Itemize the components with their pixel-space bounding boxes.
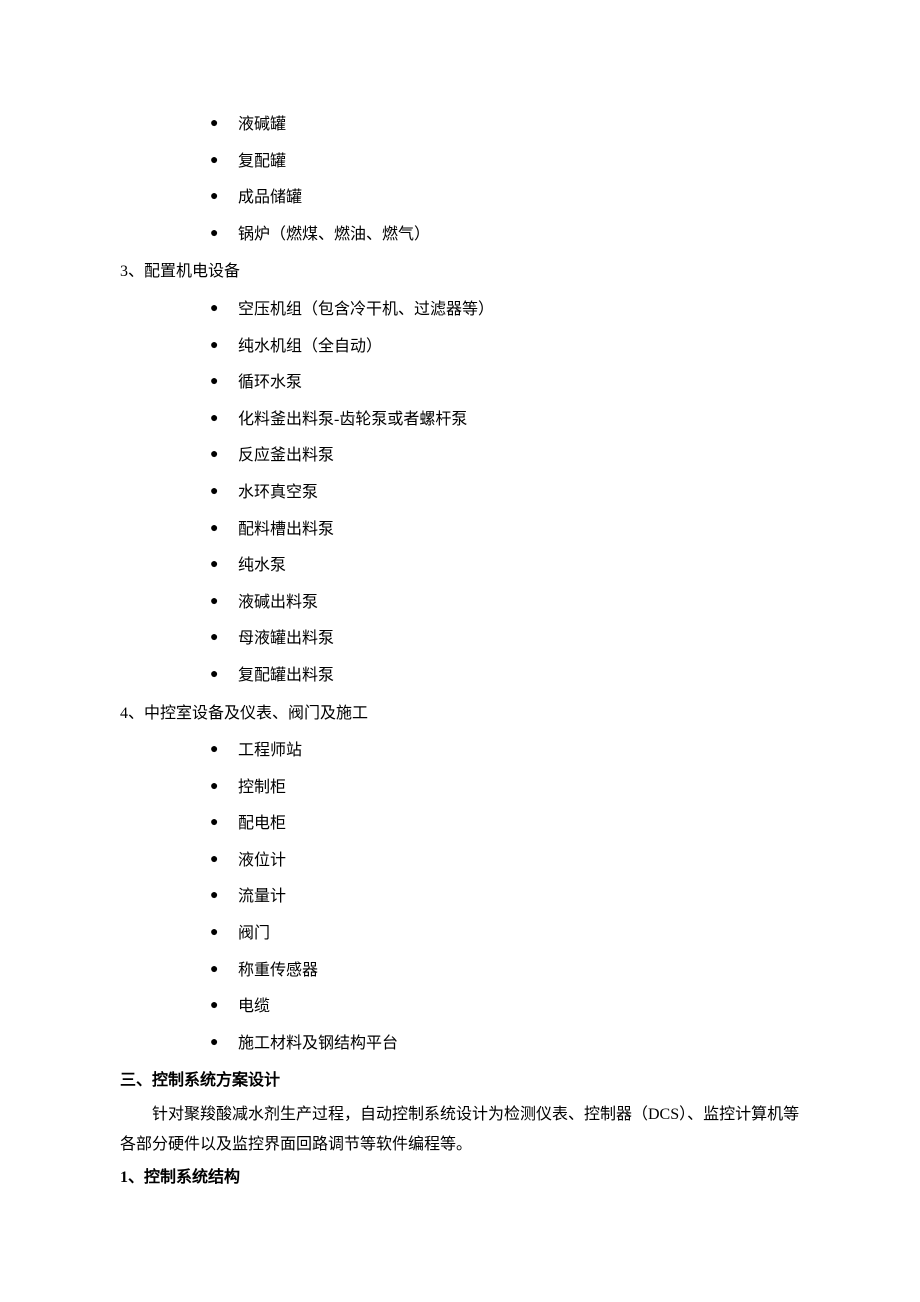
list-item-text: 电缆 [238,998,270,1015]
list-item-text: 锅炉（燃煤、燃油、燃气） [238,226,430,243]
list-item-text: 空压机组（包含冷干机、过滤器等） [238,301,494,318]
list-item-text: 复配罐 [238,153,286,170]
section-4-title: 4、中控室设备及仪表、阀门及施工 [120,699,800,729]
list-item: 配料槽出料泵 [210,515,800,545]
list-item: 母液罐出料泵 [210,624,800,654]
list-item-text: 母液罐出料泵 [238,630,334,647]
list-item: 锅炉（燃煤、燃油、燃气） [210,220,800,250]
list-item: 阀门 [210,919,800,949]
list-item-text: 液碱出料泵 [238,594,318,611]
list-item: 流量计 [210,882,800,912]
list-item: 复配罐 [210,147,800,177]
bullet-list-continuation: 液碱罐 复配罐 成品储罐 锅炉（燃煤、燃油、燃气） [120,110,800,249]
list-item: 成品储罐 [210,183,800,213]
list-item: 复配罐出料泵 [210,661,800,691]
section-three-heading: 三、控制系统方案设计 [120,1066,800,1096]
list-item-text: 阀门 [238,925,270,942]
list-item-text: 液碱罐 [238,116,286,133]
section-three-paragraph: 针对聚羧酸减水剂生产过程，自动控制系统设计为检测仪表、控制器（DCS）、监控计算… [120,1100,800,1159]
list-item: 纯水机组（全自动） [210,332,800,362]
list-item: 电缆 [210,992,800,1022]
section-3-title: 3、配置机电设备 [120,257,800,287]
list-item-text: 配料槽出料泵 [238,521,334,538]
list-item: 配电柜 [210,809,800,839]
list-item: 液碱罐 [210,110,800,140]
list-item-text: 反应釜出料泵 [238,447,334,464]
list-item: 施工材料及钢结构平台 [210,1029,800,1059]
list-item: 循环水泵 [210,368,800,398]
list-item-text: 称重传感器 [238,962,318,979]
list-item: 水环真空泵 [210,478,800,508]
list-item-text: 循环水泵 [238,374,302,391]
list-item-text: 控制柜 [238,779,286,796]
bullet-list-section-4: 工程师站 控制柜 配电柜 液位计 流量计 阀门 称重传感器 电缆 施工材料及钢结… [120,736,800,1058]
list-item: 化料釜出料泵-齿轮泵或者螺杆泵 [210,405,800,435]
sub-section-1-heading: 1、控制系统结构 [120,1163,800,1193]
list-item-text: 液位计 [238,852,286,869]
list-item-text: 流量计 [238,888,286,905]
list-item-text: 配电柜 [238,815,286,832]
list-item-text: 水环真空泵 [238,484,318,501]
list-item: 纯水泵 [210,551,800,581]
list-item-text: 纯水机组（全自动） [238,338,382,355]
list-item: 液位计 [210,846,800,876]
list-item-text: 施工材料及钢结构平台 [238,1035,398,1052]
list-item-text: 工程师站 [238,742,302,759]
list-item-text: 化料釜出料泵-齿轮泵或者螺杆泵 [238,411,467,428]
list-item: 空压机组（包含冷干机、过滤器等） [210,295,800,325]
list-item-text: 纯水泵 [238,557,286,574]
list-item-text: 成品储罐 [238,189,302,206]
list-item: 称重传感器 [210,956,800,986]
list-item: 反应釜出料泵 [210,441,800,471]
list-item: 工程师站 [210,736,800,766]
list-item: 控制柜 [210,773,800,803]
bullet-list-section-3: 空压机组（包含冷干机、过滤器等） 纯水机组（全自动） 循环水泵 化料釜出料泵-齿… [120,295,800,691]
list-item-text: 复配罐出料泵 [238,667,334,684]
list-item: 液碱出料泵 [210,588,800,618]
